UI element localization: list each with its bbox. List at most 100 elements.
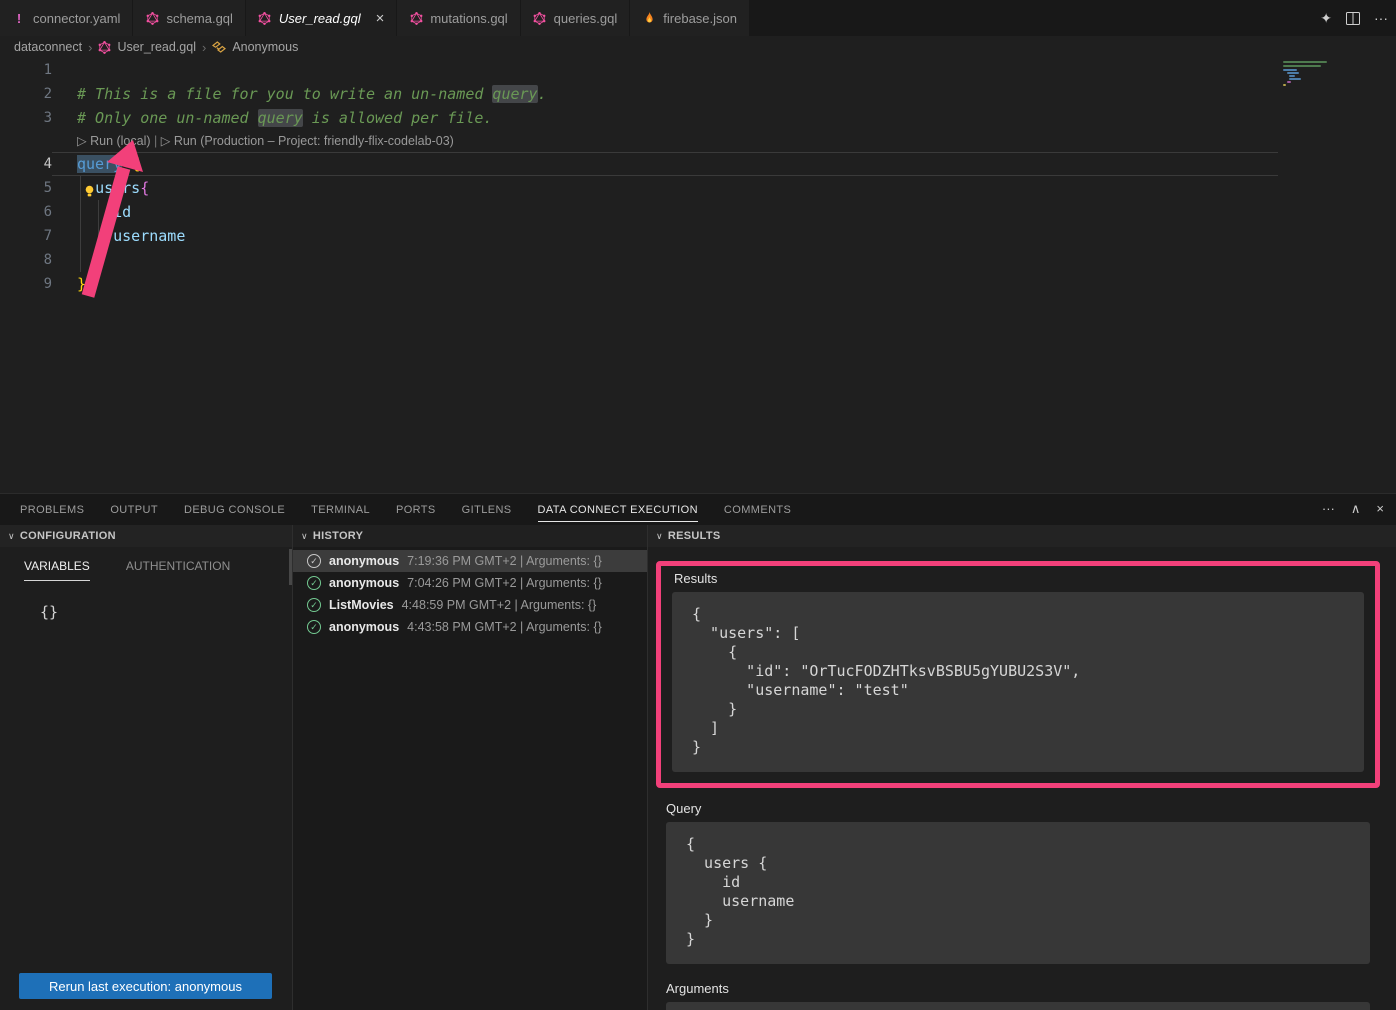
panel-tab-data-connect-execution[interactable]: DATA CONNECT EXECUTION [538,498,698,522]
indent-guide [98,200,99,248]
check-circle-icon: ✓ [307,598,321,612]
history-item-name: ListMovies [329,598,394,612]
tab-authentication[interactable]: AUTHENTICATION [126,559,230,581]
panel-tab-comments[interactable]: COMMENTS [724,498,791,521]
firebase-icon [642,11,656,25]
tab-label: connector.yaml [33,11,120,26]
breadcrumb-item-file[interactable]: User_read.gql [117,40,196,54]
panel-tab-debug-console[interactable]: DEBUG CONSOLE [184,498,285,521]
history-item[interactable]: ✓ ListMovies 4:48:59 PM GMT+2 | Arguments:… [293,594,647,616]
anonymous-symbol-icon [212,41,226,53]
run-production-link[interactable]: ▷ Run (Production – Project: friendly-fl… [161,134,454,148]
rerun-button[interactable]: Rerun last execution: anonymous [19,973,272,999]
graphql-icon [409,12,423,25]
code-line-2: 2# This is a file for you to write an un… [0,82,1396,106]
panel-close-icon[interactable]: × [1376,501,1384,517]
line-number: 8 [0,248,52,272]
history-item-detail: 4:43:58 PM GMT+2 | Arguments: {} [407,620,602,634]
breadcrumb-item-anonymous[interactable]: Anonymous [232,40,298,54]
code-line-content[interactable]: query { [52,152,1278,176]
code-line-5: 5 users{ [0,176,1396,200]
tab-connector-yaml[interactable]: ! connector.yaml [0,0,133,36]
panel-tab-terminal[interactable]: TERMINAL [311,498,370,521]
history-item[interactable]: ✓anonymous7:04:26 PM GMT+2 | Arguments: … [293,572,647,594]
line-number: 3 [0,106,52,130]
results-label: Results [674,571,1364,586]
line-number: 1 [0,58,52,82]
configuration-header[interactable]: ∨ CONFIGURATION [0,525,292,547]
code-line-content[interactable]: } [52,272,1278,296]
results-section: ∨ RESULTS Results { "users": [ { "id": "… [648,525,1396,1010]
graphql-icon [145,12,159,25]
code-line-content[interactable]: } [52,248,1278,272]
variables-value[interactable]: {} [40,603,292,621]
gutter [0,130,52,152]
panel-tab-problems[interactable]: PROBLEMS [20,498,84,521]
tab-firebase-json[interactable]: firebase.json [630,0,750,36]
code-line-1: 1 [0,58,1396,82]
bottom-panel: PROBLEMS OUTPUT DEBUG CONSOLE TERMINAL PORTS… [0,493,1396,1010]
panel-maximize-icon[interactable]: ∧ [1351,501,1361,517]
chevron-down-icon: ∨ [301,531,308,542]
code-line-content[interactable]: # Only one un-named query is allowed per… [52,106,1278,130]
graphql-icon [258,12,272,25]
tab-label: schema.gql [166,11,232,26]
codelens-row: ▷ Run (local) | ▷ Run (Production – Proj… [0,130,1396,152]
arguments-label: Arguments [666,981,1396,996]
tab-mutations-gql[interactable]: mutations.gql [397,0,520,36]
minimap[interactable] [1281,59,1337,129]
copilot-icon[interactable]: ✦ [1320,10,1332,27]
results-header[interactable]: ∨ RESULTS [648,525,1396,547]
vscode-window: ! connector.yaml schema.gql User_read.gql × m… [0,0,1396,1010]
breadcrumb-item-dataconnect[interactable]: dataconnect [14,40,82,54]
code-line-content[interactable]: username [52,224,1278,248]
breadcrumb-separator: › [202,40,206,55]
history-list: ✓ anonymous 7:19:36 PM GMT+2 | Arguments: … [293,547,647,638]
tab-schema-gql[interactable]: schema.gql [133,0,245,36]
code-line-8: 8 } [0,248,1396,272]
tab-queries-gql[interactable]: queries.gql [521,0,631,36]
scrollbar-thumb[interactable] [289,549,292,585]
tab-label: firebase.json [663,11,737,26]
code-line-content[interactable]: # This is a file for you to write an un-… [52,82,1278,106]
split-editor-icon[interactable] [1346,12,1360,25]
history-item[interactable]: ✓anonymous4:43:58 PM GMT+2 | Arguments: … [293,616,647,638]
results-annotation-box: Results { "users": [ { "id": "OrTucFODZH… [656,561,1380,788]
panel-tab-gitlens[interactable]: GITLENS [462,498,512,521]
history-item-name: anonymous [329,620,399,634]
history-item-detail: 4:48:59 PM GMT+2 | Arguments: {} [402,598,597,612]
history-item-detail: 7:19:36 PM GMT+2 | Arguments: {} [407,554,602,568]
configuration-section: ∨ CONFIGURATION VARIABLES AUTHENTICATION… [0,525,293,1010]
graphql-icon [533,12,547,25]
panel-tab-ports[interactable]: PORTS [396,498,436,521]
code-line-content[interactable] [52,58,1278,82]
query-code: { users { id username } } [666,822,1370,964]
editor-tab-bar: ! connector.yaml schema.gql User_read.gql × m… [0,0,1396,36]
indent-guide [80,176,81,272]
panel-tab-output[interactable]: OUTPUT [110,498,158,521]
codelens-divider: | [151,134,161,148]
breadcrumb-separator: › [88,40,92,55]
check-circle-icon: ✓ [307,554,321,568]
warning-icon: ! [12,11,26,26]
breadcrumb: dataconnect › User_read.gql › Anonymous [0,36,1396,58]
history-item[interactable]: ✓anonymous7:19:36 PM GMT+2 | Arguments: … [293,550,647,572]
history-item-name: anonymous [329,576,399,590]
panel-more-icon[interactable]: ··· [1322,501,1335,517]
run-local-link[interactable]: ▷ Run (local) [77,134,151,148]
line-number: 2 [0,82,52,106]
more-actions-icon[interactable]: ··· [1374,10,1388,26]
chevron-down-icon: ∨ [656,531,663,542]
close-icon[interactable]: × [376,11,385,26]
history-header[interactable]: ∨ HISTORY [293,525,647,547]
line-number: 4 [0,152,52,176]
code-line-content[interactable]: id [52,200,1278,224]
check-circle-icon: ✓ [307,576,321,590]
tab-user-read-gql[interactable]: User_read.gql × [246,0,397,36]
arguments-code: {} [666,1002,1370,1010]
tab-label: User_read.gql [279,11,361,26]
tab-variables[interactable]: VARIABLES [24,559,90,581]
code-editor[interactable]: 12# This is a file for you to write an u… [0,58,1396,493]
history-section: ∨ HISTORY ✓ anonymous 7:19:36 PM GMT+2 | A… [293,525,648,1010]
code-line-content[interactable]: users{ [52,176,1278,200]
